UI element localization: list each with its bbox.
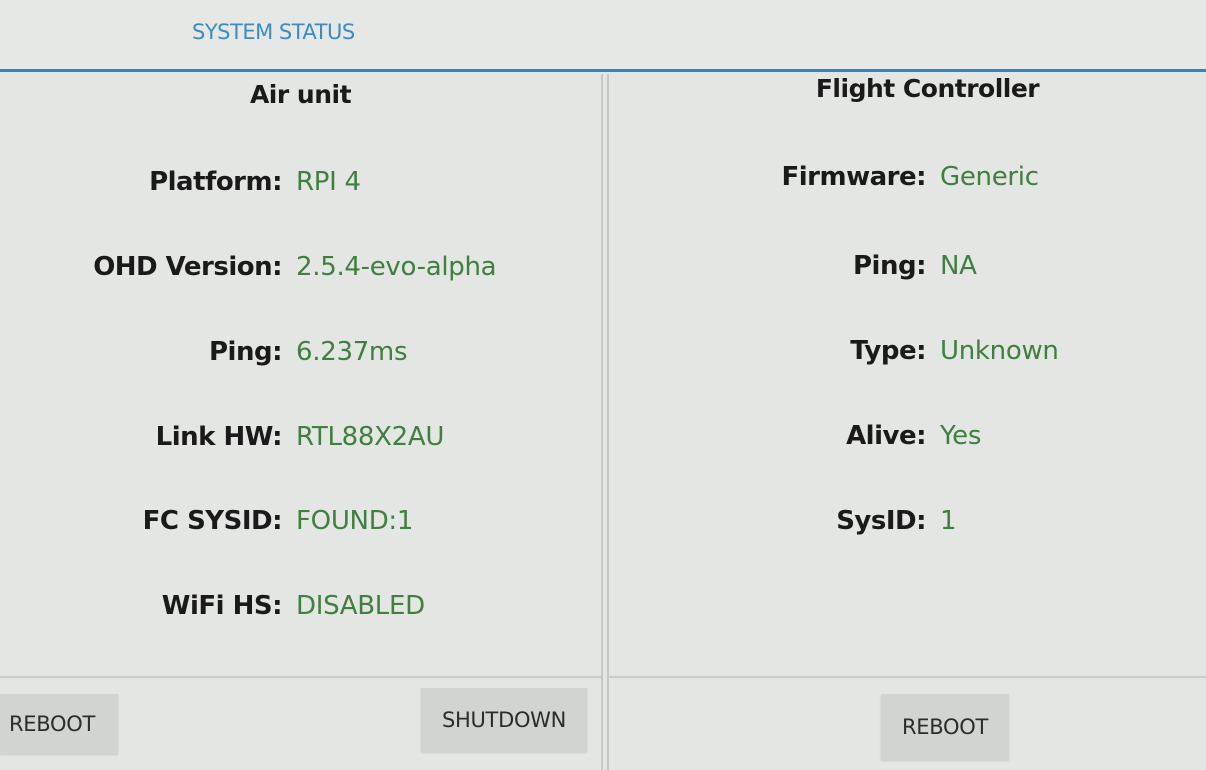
sysid-value: 1: [940, 506, 957, 536]
air-unit-panel: Air unit Platform: RPI 4 OHD Version: 2.…: [0, 74, 603, 770]
flight-controller-panel: Flight Controller Firmware: Generic Ping…: [607, 74, 1206, 770]
platform-value: RPI 4: [296, 167, 361, 197]
fc-ping-label: Ping:: [853, 251, 927, 281]
air-reboot-button[interactable]: REBOOT: [0, 694, 118, 754]
tab-system-status[interactable]: SYSTEM STATUS: [192, 20, 355, 44]
platform-row: Platform: RPI 4: [0, 167, 601, 201]
fc-reboot-button[interactable]: REBOOT: [881, 694, 1009, 760]
alive-label: Alive:: [846, 421, 926, 451]
ohd-version-label: OHD Version:: [93, 252, 282, 282]
tab-bar: SYSTEM STATUS: [0, 0, 1206, 72]
sysid-label: SysID:: [836, 506, 926, 536]
platform-label: Platform:: [149, 167, 282, 197]
wifi-hs-value: DISABLED: [296, 591, 425, 621]
sysid-row: SysID: 1: [609, 506, 1206, 540]
firmware-label: Firmware:: [781, 162, 926, 192]
wifi-hs-label: WiFi HS:: [161, 591, 283, 621]
flight-controller-title: Flight Controller: [815, 74, 1040, 103]
air-ping-label: Ping:: [209, 337, 283, 367]
link-hw-label: Link HW:: [155, 422, 283, 452]
air-unit-title: Air unit: [249, 80, 352, 109]
alive-value: Yes: [940, 421, 982, 451]
firmware-row: Firmware: Generic: [609, 162, 1206, 196]
air-ping-row: Ping: 6.237ms: [0, 337, 601, 371]
ohd-version-row: OHD Version: 2.5.4-evo-alpha: [0, 252, 601, 286]
air-ping-value: 6.237ms: [296, 337, 408, 367]
ohd-version-value: 2.5.4-evo-alpha: [296, 252, 497, 282]
alive-row: Alive: Yes: [609, 421, 1206, 455]
fc-sysid-row: FC SYSID: FOUND:1: [0, 506, 601, 540]
link-hw-value: RTL88X2AU: [296, 422, 445, 452]
air-shutdown-button[interactable]: SHUTDOWN: [421, 688, 587, 752]
wifi-hs-row: WiFi HS: DISABLED: [0, 591, 601, 625]
fc-ping-row: Ping: NA: [609, 251, 1206, 285]
fc-sysid-value: FOUND:1: [296, 506, 414, 536]
firmware-value: Generic: [940, 162, 1039, 192]
type-label: Type:: [850, 336, 926, 366]
type-value: Unknown: [940, 336, 1059, 366]
fc-ping-value: NA: [940, 251, 977, 281]
link-hw-row: Link HW: RTL88X2AU: [0, 422, 601, 456]
type-row: Type: Unknown: [609, 336, 1206, 370]
fc-sysid-label: FC SYSID:: [142, 506, 283, 536]
